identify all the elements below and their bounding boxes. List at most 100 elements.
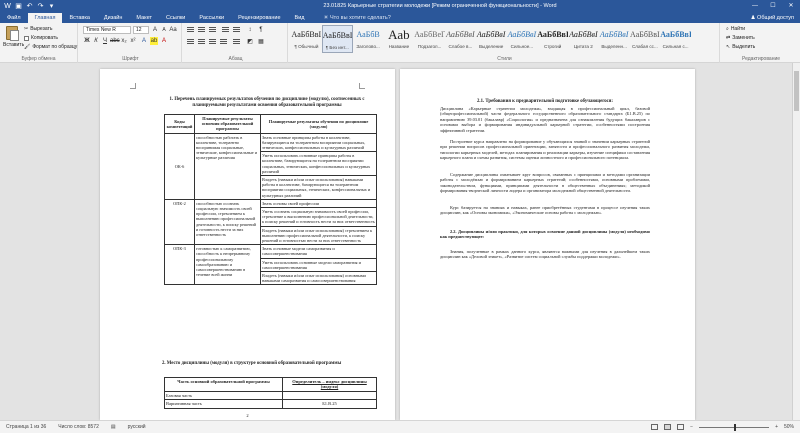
tell-me-search[interactable]: ☀ Что вы хотите сделать? [324, 14, 391, 23]
tab-view[interactable]: Вид [288, 14, 312, 23]
document-page-left[interactable]: 1. Перечень планируемых результатов обуч… [100, 69, 395, 420]
document-workspace[interactable]: 1. Перечень планируемых результатов обуч… [0, 63, 800, 420]
font-color-icon[interactable]: A [160, 37, 168, 45]
vertical-scrollbar[interactable] [792, 63, 800, 420]
select-button[interactable]: ↖ Выделить [726, 44, 755, 50]
borders-icon[interactable]: ▦ [257, 38, 265, 46]
tab-file[interactable]: Файл [0, 14, 28, 23]
tab-mailings[interactable]: Рассылки [192, 14, 231, 23]
copy-button[interactable]: Копировать [24, 35, 58, 41]
find-button[interactable]: ⌕ Найти [726, 26, 745, 32]
decrease-indent-icon[interactable] [222, 26, 230, 33]
close-button[interactable]: ✕ [782, 0, 800, 12]
tab-home[interactable]: Главная [27, 13, 63, 23]
style-sample: АаБбВеГ [414, 30, 445, 39]
style-heading-1[interactable]: АаБбВ Заголово... [353, 25, 384, 53]
style-strong[interactable]: АаБбВвI Строгий [537, 25, 568, 53]
change-case-icon[interactable]: Aa [169, 26, 177, 34]
language[interactable]: русский [122, 424, 152, 430]
italic-icon[interactable]: К [92, 37, 100, 45]
style-title[interactable]: Ааb Название [384, 25, 415, 53]
font-size-select[interactable]: 12 [133, 26, 149, 34]
save-icon[interactable]: ▣ [15, 3, 22, 10]
web-layout-icon[interactable] [677, 424, 685, 430]
word-count[interactable]: Число слов: 8572 [52, 424, 105, 430]
increase-indent-icon[interactable] [233, 26, 241, 33]
style-subtle-emphasis[interactable]: АаБбВвI Слабое в... [445, 25, 476, 53]
minimize-button[interactable]: — [746, 0, 764, 12]
zoom-out-icon[interactable]: − [690, 424, 693, 430]
tab-layout[interactable]: Макет [129, 14, 159, 23]
align-left-icon[interactable] [187, 38, 195, 45]
title-bar: W ▣ ↶ ↷ ▾ 23.01825 Карьерные стратегии м… [0, 0, 800, 12]
align-center-icon[interactable] [198, 38, 206, 45]
share-button[interactable]: ♟ Общий доступ [751, 14, 794, 23]
bold-icon[interactable]: Ж [83, 37, 91, 45]
tab-design[interactable]: Дизайн [97, 14, 130, 23]
superscript-icon[interactable]: x² [129, 37, 137, 45]
text-effects-icon[interactable]: A [140, 37, 148, 45]
style-sample: АаБбВвI [476, 30, 506, 39]
style-quote[interactable]: АаБбВвI Цитата 2 [568, 25, 599, 53]
style-intense-quote[interactable]: АаБбВвI Выделенн... [599, 25, 630, 53]
undo-icon[interactable]: ↶ [26, 3, 33, 10]
find-label: Найти [730, 26, 746, 32]
justify-icon[interactable] [220, 38, 228, 45]
tab-references[interactable]: Ссылки [159, 14, 192, 23]
tab-review[interactable]: Рецензирование [231, 14, 287, 23]
strikethrough-icon[interactable]: abc [110, 37, 120, 45]
font-name-select[interactable]: Times New R [83, 26, 131, 34]
style-intense-reference[interactable]: АаБбВвI Сильная с... [660, 25, 691, 53]
format-painter-button[interactable]: 🖌 Формат по образцу [24, 44, 77, 50]
zoom-slider-thumb[interactable] [734, 423, 737, 431]
line-spacing-icon[interactable] [233, 38, 241, 45]
shading-icon[interactable]: ◩ [246, 38, 254, 46]
cut-button[interactable]: ✂ Вырезать [24, 26, 52, 32]
tab-insert[interactable]: Вставка [62, 14, 96, 23]
window-controls: — ☐ ✕ [730, 0, 800, 12]
zoom-level[interactable]: 50% [784, 424, 794, 430]
scissors-icon: ✂ [24, 26, 29, 32]
document-page-right[interactable]: 2.1. Требования к предварительной подгот… [400, 69, 695, 420]
column-header: Определитель – индекс дисциплины (модуля… [282, 377, 377, 392]
proofing-icon[interactable]: ▤ [105, 424, 122, 430]
style-sample: АаБбВвI [630, 30, 660, 39]
print-layout-icon[interactable] [664, 424, 672, 430]
zoom-in-icon[interactable]: + [775, 424, 778, 430]
pilcrow-icon[interactable]: ¶ [257, 26, 265, 34]
style-normal[interactable]: АаБбВвI ¶ Обычный [291, 25, 322, 53]
program-part: Вариативная часть [164, 399, 283, 409]
shrink-font-icon[interactable]: A [160, 26, 168, 34]
page-count[interactable]: Страница 1 из 36 [0, 424, 52, 430]
replace-button[interactable]: ⇄ Заменить [726, 35, 755, 41]
discipline-index [282, 390, 377, 401]
maximize-button[interactable]: ☐ [764, 0, 782, 12]
multilevel-list-icon[interactable] [209, 26, 217, 33]
indicator: Владеть (навыки и/или опыт использования… [262, 273, 366, 284]
subscript-icon[interactable]: x₂ [120, 37, 128, 45]
sort-icon[interactable]: ↕ [246, 26, 254, 34]
style-subtle-reference[interactable]: АаБбВвI Слабая сс... [630, 25, 661, 53]
customize-qat-icon[interactable]: ▾ [48, 3, 55, 10]
paragraph: Построение курса направлено на формирова… [440, 139, 650, 161]
page-number: 2 [246, 413, 249, 418]
column-header: Часть основной образовательной программы [164, 377, 283, 392]
style-emphasis[interactable]: АаБбВвI Выделение [476, 25, 507, 53]
zoom-slider[interactable] [699, 423, 770, 431]
highlight-icon[interactable]: ab [150, 37, 158, 45]
scrollbar-thumb[interactable] [794, 71, 799, 111]
read-mode-icon[interactable] [651, 424, 659, 430]
bullets-icon[interactable] [187, 26, 195, 33]
tell-me-label: Что вы хотите сделать? [329, 15, 391, 21]
paste-button[interactable]: Вставить [3, 26, 24, 52]
underline-icon[interactable]: Ч [101, 37, 109, 45]
align-right-icon[interactable] [209, 38, 217, 45]
style-no-spacing[interactable]: АаБбВвI ¶ Без инт... [321, 25, 353, 53]
style-intense-emphasis[interactable]: АаБбВвI Сильное... [507, 25, 538, 53]
redo-icon[interactable]: ↷ [37, 3, 44, 10]
grow-font-icon[interactable]: A [151, 26, 159, 34]
table-row: Базовая часть [164, 390, 377, 401]
numbering-icon[interactable] [198, 26, 206, 33]
style-subtitle[interactable]: АаБбВеГ Подзагол... [414, 25, 445, 53]
indicator: Знать основные модели саморазвития и сам… [261, 246, 376, 259]
